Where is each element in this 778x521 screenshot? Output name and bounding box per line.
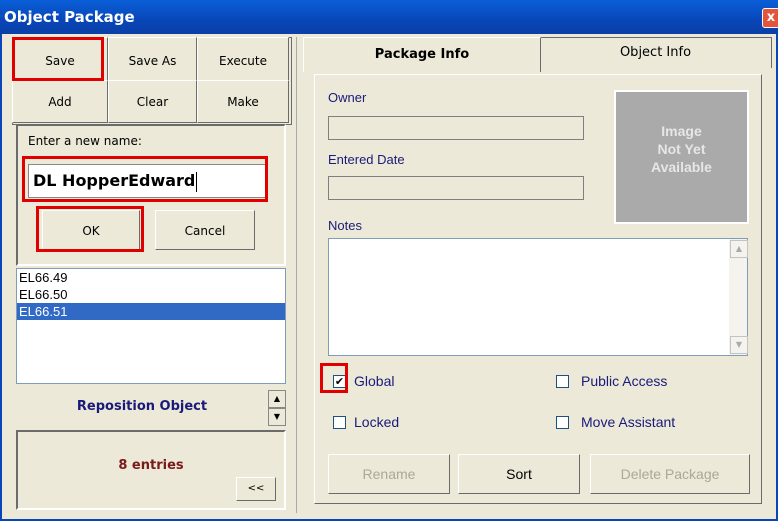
close-icon[interactable]: x bbox=[762, 8, 778, 28]
public-access-label: Public Access bbox=[581, 373, 668, 389]
execute-button[interactable]: Execute bbox=[197, 37, 289, 84]
scroll-up-icon[interactable]: ▲ bbox=[730, 240, 748, 258]
rename-button[interactable]: Rename bbox=[328, 454, 450, 494]
text-caret bbox=[196, 171, 198, 192]
move-assistant-label: Move Assistant bbox=[581, 414, 676, 430]
notes-textarea[interactable]: ▲ ▼ bbox=[328, 238, 748, 356]
new-name-value: DL HopperEdward bbox=[33, 171, 196, 190]
locked-label: Locked bbox=[354, 414, 400, 430]
list-item[interactable]: EL66.49 bbox=[17, 269, 285, 286]
owner-label: Owner bbox=[328, 90, 367, 105]
ok-button[interactable]: OK bbox=[42, 210, 140, 250]
collapse-button[interactable]: << bbox=[236, 477, 276, 501]
image-placeholder: Image Not Yet Available bbox=[614, 90, 749, 224]
cancel-button[interactable]: Cancel bbox=[155, 210, 255, 250]
image-placeholder-line: Available bbox=[651, 159, 712, 175]
clear-button[interactable]: Clear bbox=[108, 80, 197, 123]
save-as-button[interactable]: Save As bbox=[108, 37, 197, 84]
list-item-selected[interactable]: EL66.51 bbox=[17, 303, 285, 320]
move-assistant-checkbox[interactable] bbox=[556, 416, 569, 429]
tab-object-info[interactable]: Object Info bbox=[539, 37, 772, 68]
new-name-label: Enter a new name: bbox=[28, 134, 142, 148]
sort-button[interactable]: Sort bbox=[458, 454, 580, 494]
entries-count: 8 entries bbox=[118, 458, 184, 473]
scroll-down-icon[interactable]: ▼ bbox=[730, 336, 748, 354]
entered-date-label: Entered Date bbox=[328, 152, 405, 167]
reposition-object-label: Reposition Object bbox=[76, 399, 208, 414]
save-button[interactable]: Save bbox=[12, 37, 108, 84]
global-label: Global bbox=[354, 373, 395, 389]
arrow-up-icon[interactable]: ▲ bbox=[268, 390, 286, 408]
delete-package-button[interactable]: Delete Package bbox=[590, 454, 750, 494]
tab-package-info[interactable]: Package Info bbox=[303, 37, 541, 72]
reposition-spinner[interactable]: ▲ ▼ bbox=[268, 390, 286, 426]
new-name-input[interactable]: DL HopperEdward bbox=[28, 164, 266, 198]
object-list[interactable]: EL66.49 EL66.50 EL66.51 bbox=[16, 268, 286, 384]
notes-label: Notes bbox=[328, 218, 362, 233]
public-access-checkbox[interactable] bbox=[556, 375, 569, 388]
notes-scrollbar[interactable]: ▲ ▼ bbox=[729, 239, 748, 355]
global-checkbox[interactable]: ✔ bbox=[333, 375, 346, 388]
image-placeholder-line: Not Yet bbox=[657, 141, 706, 157]
object-package-window: Object Package x Save Save As Execute Ad… bbox=[0, 0, 778, 521]
owner-field[interactable] bbox=[328, 116, 584, 140]
title-bar[interactable]: Object Package x bbox=[0, 0, 778, 34]
make-button[interactable]: Make bbox=[197, 80, 289, 123]
arrow-down-icon[interactable]: ▼ bbox=[268, 408, 286, 426]
window-title: Object Package bbox=[4, 8, 135, 26]
entered-date-field[interactable] bbox=[328, 176, 584, 200]
add-button[interactable]: Add bbox=[12, 80, 108, 123]
list-item[interactable]: EL66.50 bbox=[17, 286, 285, 303]
locked-checkbox[interactable] bbox=[333, 416, 346, 429]
image-placeholder-line: Image bbox=[661, 123, 702, 139]
